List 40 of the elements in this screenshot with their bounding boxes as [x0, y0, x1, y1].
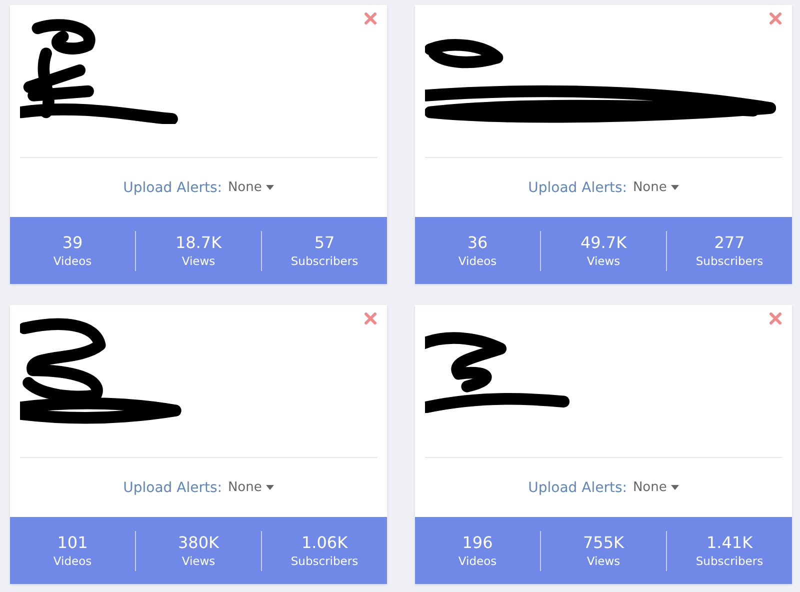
stat-label: Videos [53, 552, 92, 568]
alerts-dropdown[interactable]: None [228, 480, 274, 495]
upload-alerts-label: Upload Alerts: [528, 480, 627, 496]
stat-label: Videos [458, 552, 497, 568]
stat-label: Subscribers [696, 552, 764, 568]
stat-value: 1.41K [706, 532, 753, 552]
close-icon[interactable] [769, 312, 782, 325]
caret-icon [670, 185, 679, 190]
close-icon[interactable] [769, 12, 782, 25]
stat-label: Views [182, 552, 216, 568]
stat-value: 1.06K [301, 532, 348, 552]
close-icon[interactable] [364, 12, 377, 25]
close-icon[interactable] [364, 312, 377, 325]
stat-label: Subscribers [696, 252, 764, 268]
stat-value: 196 [462, 532, 493, 552]
stat-label: Subscribers [290, 252, 358, 268]
stat-label: Subscribers [290, 552, 358, 568]
stat-label: Views [586, 552, 620, 568]
stat-label: Views [586, 252, 620, 268]
stat-label: Views [182, 252, 216, 268]
caret-icon [670, 485, 679, 490]
alerts-dropdown[interactable]: None [632, 180, 679, 195]
stat-value: 39 [62, 232, 83, 252]
alerts-dropdown[interactable]: None [632, 480, 679, 495]
stat-value: 380K [178, 532, 220, 552]
caret-icon [266, 185, 274, 190]
stat-value: 277 [714, 232, 745, 252]
stat-value: 101 [57, 532, 88, 552]
stat-value: 755K [582, 532, 624, 552]
caret-icon [266, 485, 274, 490]
stat-value: 18.7K [175, 232, 222, 252]
upload-alerts-label: Upload Alerts: [123, 480, 222, 496]
upload-alerts-label: Upload Alerts: [528, 180, 627, 196]
upload-alerts-label: Upload Alerts: [123, 180, 222, 196]
stat-value: 57 [314, 232, 335, 252]
stat-label: Videos [458, 252, 497, 268]
stat-value: 36 [467, 232, 488, 252]
stat-label: Videos [53, 252, 92, 268]
alerts-dropdown[interactable]: None [228, 180, 274, 195]
stat-value: 49.7K [580, 232, 627, 252]
